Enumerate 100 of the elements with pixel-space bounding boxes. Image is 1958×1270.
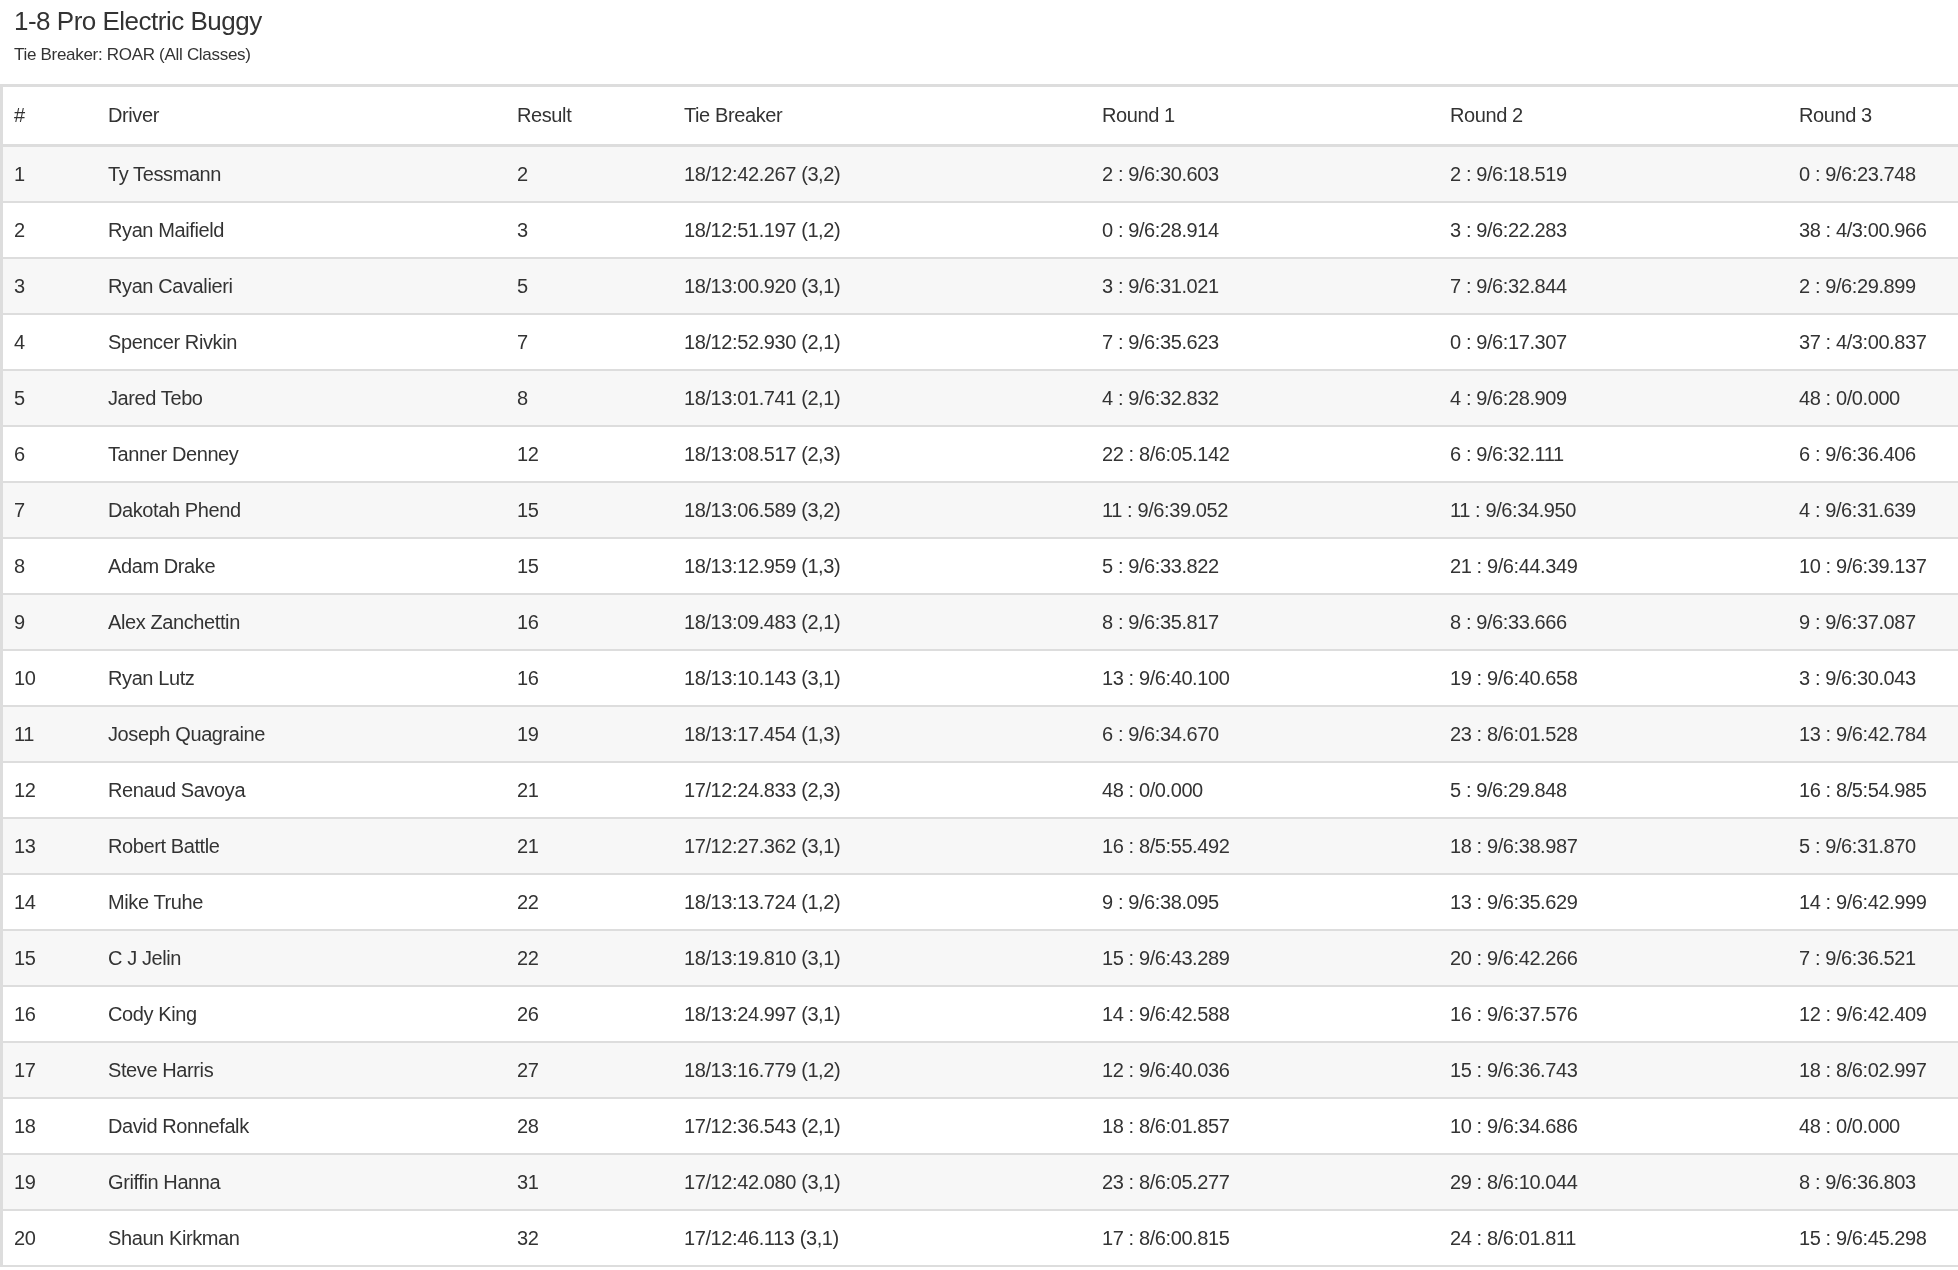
table-cell-text: 19 [13, 1170, 37, 1194]
table-cell-text: 12 [13, 778, 37, 802]
table-cell-text: 17/12:46.113 (3,1) [683, 1226, 840, 1250]
table-cell-text: 2 : 9/6:29.899 [1798, 274, 1917, 298]
table-cell-text: 22 [516, 946, 540, 970]
table-cell-text: 15 : 9/6:43.289 [1101, 946, 1231, 970]
table-cell-text: 22 [516, 890, 540, 914]
table-cell-text: 10 [13, 666, 37, 690]
table-cell-text: 48 : 0/0.000 [1101, 778, 1204, 802]
table-cell-text: 5 [13, 386, 26, 410]
table-cell-text: 6 : 9/6:32.111 [1449, 442, 1565, 466]
table-cell-text: 21 [516, 778, 540, 802]
table-cell-text: 17 : 8/6:00.815 [1101, 1226, 1231, 1250]
table-cell-text: 16 [516, 666, 540, 690]
table-cell-text: 8 : 9/6:35.817 [1101, 610, 1220, 634]
table-cell-text: Shaun Kirkman [107, 1226, 241, 1250]
table-cell-text: 20 [13, 1226, 37, 1250]
table-cell-text: Cody King [107, 1002, 198, 1026]
table-cell-text: 15 [13, 946, 37, 970]
table-cell-text: 6 [13, 442, 26, 466]
table-cell-text: 28 [516, 1114, 540, 1138]
table-cell-text: 3 : 9/6:30.043 [1798, 666, 1917, 690]
table-cell-text: Alex Zanchettin [107, 610, 241, 634]
table-cell-text: Dakotah Phend [107, 498, 242, 522]
table-cell-text: 17/12:24.833 (2,3) [683, 778, 842, 802]
table-cell-text: 2 [516, 162, 529, 186]
table-cell-text: 13 [13, 834, 37, 858]
table-cell-text: 18/13:01.741 (2,1) [683, 386, 842, 410]
table-cell-text: 31 [516, 1170, 540, 1194]
table-cell-text: 0 : 9/6:17.307 [1449, 330, 1568, 354]
table-cell-text: 11 [13, 722, 35, 746]
column-header: Round 2 [1449, 104, 1524, 127]
table-cell-text: 18/12:42.267 (3,2) [683, 162, 842, 186]
table-cell-text: 10 : 9/6:34.686 [1449, 1114, 1579, 1138]
table-cell-text: 18/13:13.724 (1,2) [683, 890, 842, 914]
table-cell-text: 2 : 9/6:30.603 [1101, 162, 1220, 186]
table-cell-text: 18/13:00.920 (3,1) [683, 274, 842, 298]
table-cell-text: Mike Truhe [107, 890, 204, 914]
table-cell-text: 29 : 8/6:10.044 [1449, 1170, 1579, 1194]
table-cell-text: 16 : 9/6:37.576 [1449, 1002, 1579, 1026]
column-header: # [13, 104, 26, 127]
table-cell-text: Ryan Lutz [107, 666, 196, 690]
table-cell-text: 11 : 9/6:34.950 [1449, 498, 1577, 522]
table-cell-text: 12 [516, 442, 540, 466]
table-cell-text: 14 : 9/6:42.999 [1798, 890, 1928, 914]
table-cell-text: 18/13:10.143 (3,1) [683, 666, 842, 690]
table-cell-text: 3 [13, 274, 26, 298]
table-cell-text: 22 : 8/6:05.142 [1101, 442, 1231, 466]
table-cell-text: 16 : 8/5:55.492 [1101, 834, 1231, 858]
table-cell-text: 17/12:36.543 (2,1) [683, 1114, 842, 1138]
table-cell-text: 9 : 9/6:38.095 [1101, 890, 1220, 914]
table-cell-text: 15 [516, 498, 540, 522]
table-cell-text: 17 [13, 1058, 37, 1082]
table-cell-text: 6 : 9/6:34.670 [1101, 722, 1220, 746]
table-cell-text: Adam Drake [107, 554, 217, 578]
table-cell-text: 4 : 9/6:32.832 [1101, 386, 1220, 410]
table-cell-text: 23 : 8/6:05.277 [1101, 1170, 1231, 1194]
table-cell-text: 3 : 9/6:31.021 [1101, 274, 1220, 298]
table-cell-text: 17/12:27.362 (3,1) [683, 834, 842, 858]
table-cell-text: 15 [516, 554, 540, 578]
table-cell-text: 18/12:52.930 (2,1) [683, 330, 842, 354]
table-cell-text: 37 : 4/3:00.837 [1798, 330, 1928, 354]
table-cell-text: 8 [13, 554, 26, 578]
table-cell-text: 18/13:17.454 (1,3) [683, 722, 842, 746]
column-header: Round 1 [1101, 104, 1176, 127]
table-cell-text: 23 : 8/6:01.528 [1449, 722, 1579, 746]
table-cell-text: 7 : 9/6:35.623 [1101, 330, 1220, 354]
table-cell-text: 14 : 9/6:42.588 [1101, 1002, 1231, 1026]
table-cell-text: 18/13:19.810 (3,1) [683, 946, 842, 970]
table-cell-text: 12 : 9/6:42.409 [1798, 1002, 1928, 1026]
table-cell-text: 4 : 9/6:28.909 [1449, 386, 1568, 410]
table-cell-text: 16 : 8/5:54.985 [1798, 778, 1928, 802]
table-cell-text: 48 : 0/0.000 [1798, 386, 1901, 410]
table-cell-text: Spencer Rivkin [107, 330, 238, 354]
table-cell-text: Robert Battle [107, 834, 221, 858]
table-cell-text: 5 : 9/6:29.848 [1449, 778, 1568, 802]
table-cell-text: Steve Harris [107, 1058, 215, 1082]
table-cell-text: 13 : 9/6:40.100 [1101, 666, 1231, 690]
table-cell-text: Ryan Cavalieri [107, 274, 234, 298]
table-cell-text: 7 : 9/6:32.844 [1449, 274, 1568, 298]
table-cell-text: 8 [516, 386, 529, 410]
table-cell-text: 15 : 9/6:36.743 [1449, 1058, 1579, 1082]
table-cell-text: 16 [13, 1002, 37, 1026]
table-cell-text: 17/12:42.080 (3,1) [683, 1170, 842, 1194]
table-cell-text: 11 : 9/6:39.052 [1101, 498, 1229, 522]
table-cell-text: 3 [516, 218, 529, 242]
table-cell-text: 18 [13, 1114, 37, 1138]
table-cell-text: 18 : 8/6:01.857 [1101, 1114, 1231, 1138]
column-header: Result [516, 104, 573, 127]
table-cell-text: 18/13:12.959 (1,3) [683, 554, 842, 578]
table-cell-text: 19 : 9/6:40.658 [1449, 666, 1579, 690]
table-cell-text: 0 : 9/6:23.748 [1798, 162, 1917, 186]
table-cell-text: David Ronnefalk [107, 1114, 250, 1138]
column-header: Round 3 [1798, 104, 1873, 127]
table-cell-text: 8 : 9/6:33.666 [1449, 610, 1568, 634]
table-cell-text: 15 : 9/6:45.298 [1798, 1226, 1928, 1250]
page-title: 1-8 Pro Electric Buggy [14, 6, 263, 37]
table-cell-text: 13 : 9/6:42.784 [1798, 722, 1928, 746]
table-cell-text: 7 [13, 498, 26, 522]
table-cell-text: 38 : 4/3:00.966 [1798, 218, 1928, 242]
